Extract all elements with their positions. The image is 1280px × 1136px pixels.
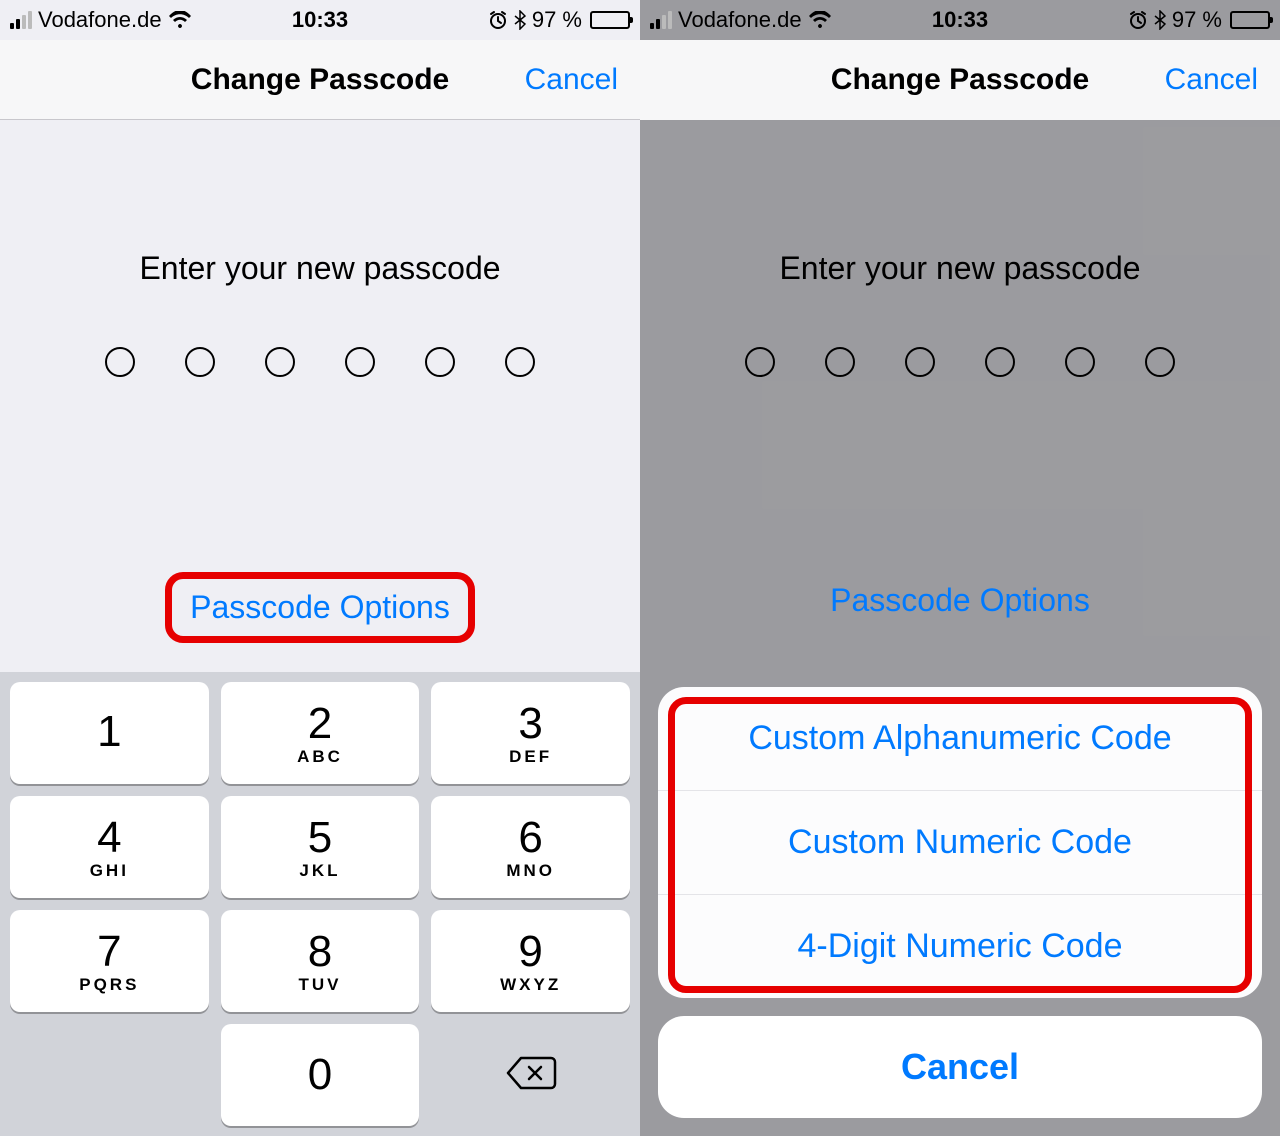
key-2[interactable]: 2ABC: [221, 682, 420, 784]
key-spacer: [10, 1024, 209, 1126]
cancel-button[interactable]: Cancel: [525, 63, 618, 97]
clock-label: 10:33: [932, 7, 988, 33]
key-9[interactable]: 9WXYZ: [431, 910, 630, 1012]
screen-passcode-entry: Vodafone.de 10:33 97 % Change Passcode C…: [0, 0, 640, 1136]
action-sheet: Custom Alphanumeric Code Custom Numeric …: [658, 687, 1262, 1118]
battery-icon: [1230, 11, 1270, 29]
numeric-keypad: 1 2ABC 3DEF 4GHI 5JKL 6MNO 7PQRS 8TUV 9W…: [0, 672, 640, 1136]
page-title: Change Passcode: [831, 63, 1089, 97]
wifi-icon: [808, 11, 832, 29]
passcode-dot: [185, 347, 215, 377]
passcode-dot: [265, 347, 295, 377]
nav-header: Change Passcode Cancel: [0, 40, 640, 120]
key-5[interactable]: 5JKL: [221, 796, 420, 898]
cancel-button[interactable]: Cancel: [1165, 63, 1258, 97]
passcode-options-link[interactable]: Passcode Options: [172, 579, 468, 636]
wifi-icon: [168, 11, 192, 29]
passcode-prompt: Enter your new passcode: [640, 250, 1280, 287]
passcode-dots: [0, 347, 640, 377]
battery-pct-label: 97 %: [532, 7, 582, 33]
battery-icon: [590, 11, 630, 29]
battery-pct-label: 97 %: [1172, 7, 1222, 33]
nav-header: Change Passcode Cancel: [640, 40, 1280, 120]
passcode-dot: [745, 347, 775, 377]
passcode-dots: [640, 347, 1280, 377]
clock-label: 10:33: [292, 7, 348, 33]
signal-icon: [10, 11, 32, 29]
alarm-icon: [488, 10, 508, 30]
passcode-dot: [905, 347, 935, 377]
bluetooth-icon: [514, 10, 526, 30]
option-4digit-numeric[interactable]: 4-Digit Numeric Code: [658, 894, 1262, 998]
passcode-dot: [105, 347, 135, 377]
carrier-label: Vodafone.de: [38, 7, 162, 33]
passcode-prompt: Enter your new passcode: [0, 250, 640, 287]
key-7[interactable]: 7PQRS: [10, 910, 209, 1012]
backspace-icon: [505, 1054, 557, 1096]
passcode-dot: [505, 347, 535, 377]
option-custom-numeric[interactable]: Custom Numeric Code: [658, 790, 1262, 894]
passcode-dot: [825, 347, 855, 377]
alarm-icon: [1128, 10, 1148, 30]
page-title: Change Passcode: [191, 63, 449, 97]
highlight-annotation: Passcode Options: [165, 572, 475, 643]
passcode-dot: [985, 347, 1015, 377]
bluetooth-icon: [1154, 10, 1166, 30]
key-3[interactable]: 3DEF: [431, 682, 630, 784]
key-1[interactable]: 1: [10, 682, 209, 784]
key-backspace[interactable]: [431, 1024, 630, 1126]
action-sheet-options: Custom Alphanumeric Code Custom Numeric …: [658, 687, 1262, 998]
key-0[interactable]: 0: [221, 1024, 420, 1126]
passcode-dot: [345, 347, 375, 377]
passcode-options-wrap: Passcode Options: [812, 572, 1108, 629]
option-custom-alphanumeric[interactable]: Custom Alphanumeric Code: [658, 687, 1262, 790]
signal-icon: [650, 11, 672, 29]
carrier-label: Vodafone.de: [678, 7, 802, 33]
key-8[interactable]: 8TUV: [221, 910, 420, 1012]
status-bar: Vodafone.de 10:33 97 %: [640, 0, 1280, 40]
key-6[interactable]: 6MNO: [431, 796, 630, 898]
passcode-options-link[interactable]: Passcode Options: [812, 572, 1108, 629]
passcode-dot: [425, 347, 455, 377]
passcode-dot: [1145, 347, 1175, 377]
passcode-dot: [1065, 347, 1095, 377]
action-sheet-cancel[interactable]: Cancel: [658, 1016, 1262, 1118]
key-4[interactable]: 4GHI: [10, 796, 209, 898]
status-bar: Vodafone.de 10:33 97 %: [0, 0, 640, 40]
screen-passcode-options-sheet: Vodafone.de 10:33 97 % Change Passcode C…: [640, 0, 1280, 1136]
